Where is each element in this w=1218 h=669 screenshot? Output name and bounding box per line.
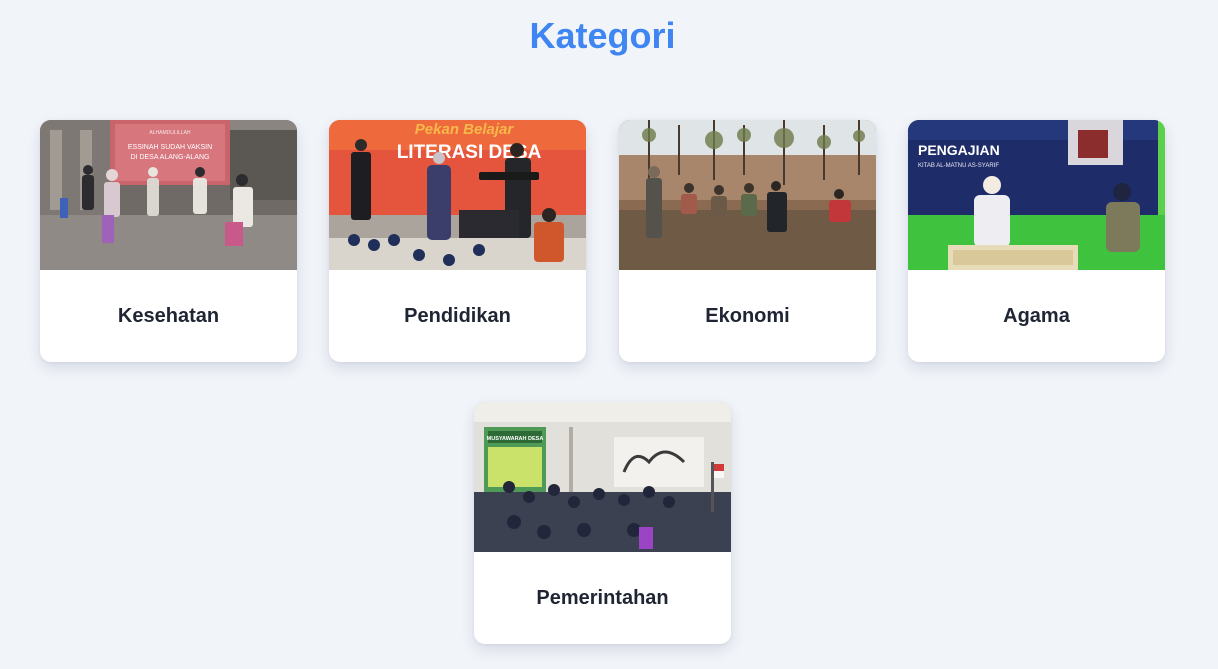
agama-banner-line-2: KITAB AL-MATNU AS-SYARIF [918, 163, 999, 169]
ekonomi-photo[interactable] [619, 120, 876, 270]
pemerintahan-banner-line-1: MUSYAWARAH DESA [487, 436, 544, 442]
category-card-kesehatan[interactable]: ALHAMDULILLAH ESSINAH SUDAH VAKSIN DI DE… [40, 120, 297, 362]
pemerintahan-photo[interactable]: MUSYAWARAH DESA [474, 402, 731, 552]
page-title: Kategori [529, 15, 676, 56]
pendidikan-banner-line-1: Pekan Belajar [415, 121, 515, 138]
kesehatan-banner-line-2: ESSINAH SUDAH VAKSIN [128, 144, 212, 151]
category-label[interactable]: Kesehatan [40, 270, 297, 362]
kesehatan-banner-line-3: DI DESA ALANG-ALANG [131, 154, 210, 161]
agama-banner-line-1: PENGAJIAN [918, 142, 1000, 158]
category-label[interactable]: Ekonomi [619, 270, 876, 362]
category-card-pemerintahan[interactable]: MUSYAWARAH DESA Pemerintahan [474, 402, 731, 644]
kesehatan-photo[interactable]: ALHAMDULILLAH ESSINAH SUDAH VAKSIN DI DE… [40, 120, 297, 270]
agama-photo[interactable]: PENGAJIAN KITAB AL-MATNU AS-SYARIF [908, 120, 1165, 270]
category-label[interactable]: Pendidikan [329, 270, 586, 362]
kesehatan-banner-line-1: ALHAMDULILLAH [149, 130, 191, 136]
pendidikan-photo[interactable]: Pekan Belajar LITERASI DESA [329, 120, 586, 270]
category-label[interactable]: Agama [908, 270, 1165, 362]
category-card-pendidikan[interactable]: Pekan Belajar LITERASI DESA Pendidikan [329, 120, 586, 362]
category-card-agama[interactable]: PENGAJIAN KITAB AL-MATNU AS-SYARIF Agama [908, 120, 1165, 362]
category-card-ekonomi[interactable]: Ekonomi [619, 120, 876, 362]
category-label[interactable]: Pemerintahan [474, 552, 731, 644]
